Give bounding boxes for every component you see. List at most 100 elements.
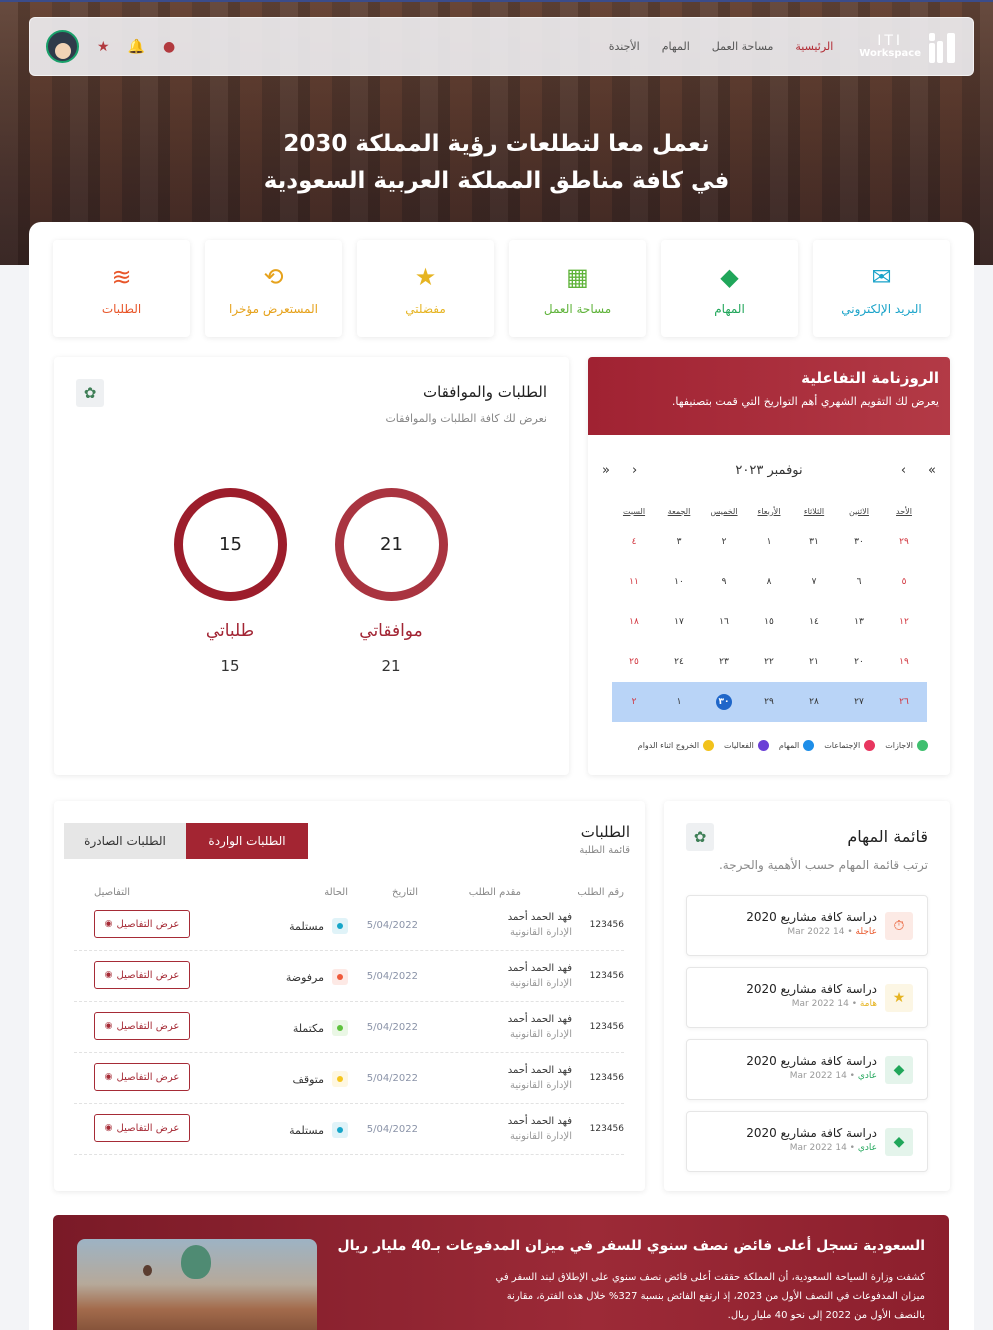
calendar-day[interactable]: ٤ bbox=[612, 522, 657, 562]
calendar-day[interactable]: ٢٥ bbox=[612, 642, 657, 682]
favorite-star-icon[interactable]: ★ bbox=[97, 40, 110, 54]
quick-link-workspace[interactable]: ▦ مساحة العمل bbox=[509, 240, 646, 337]
task-priority: عاجلة bbox=[855, 927, 877, 937]
view-details-button[interactable]: عرض التفاصيل ◉ bbox=[94, 1063, 190, 1091]
calendar-day[interactable]: ٢٨ bbox=[791, 682, 837, 722]
calendar-day[interactable]: ١٧ bbox=[657, 602, 702, 642]
tasks-subtitle: ترتب قائمة المهام حسب الأهمية والحرجة. bbox=[718, 858, 928, 872]
quick-link-tasks[interactable]: ◆ المهام bbox=[661, 240, 798, 337]
prev-year-icon[interactable]: » bbox=[928, 463, 936, 478]
calendar-day[interactable]: ١٤ bbox=[792, 602, 837, 642]
quick-link-favorites[interactable]: ★ مفضلتي bbox=[357, 240, 494, 337]
calendar-month: نوفمبر ٢٠٢٣ bbox=[735, 463, 803, 478]
calendar-day[interactable]: ٣ bbox=[657, 522, 702, 562]
calendar-day[interactable]: ١٠ bbox=[657, 562, 702, 602]
calendar-day[interactable]: ٢٠ bbox=[837, 642, 882, 682]
quick-link-email[interactable]: ✉ البريد الإلكتروني bbox=[813, 240, 950, 337]
legend-item: الفعاليات bbox=[724, 740, 769, 751]
calendar-day[interactable]: ١١ bbox=[612, 562, 657, 602]
view-details-button[interactable]: عرض التفاصيل ◉ bbox=[94, 961, 190, 989]
user-avatar[interactable] bbox=[46, 30, 79, 63]
task-item[interactable]: ◆ دراسة كافة مشاريع 2020 عادي • 14 Mar 202… bbox=[686, 1111, 928, 1172]
calendar-day[interactable]: ٢١ bbox=[792, 642, 837, 682]
status-badge: مكتملة bbox=[293, 1020, 348, 1036]
status-dot-icon bbox=[332, 969, 348, 985]
tasks-icon: ◆ bbox=[885, 1128, 913, 1156]
tasks-panel: قائمة المهام ترتب قائمة المهام حسب الأهم… bbox=[664, 801, 950, 1191]
calendar-day[interactable]: ٥ bbox=[882, 562, 927, 602]
task-item[interactable]: ◆ دراسة كافة مشاريع 2020 عادي • 14 Mar 202… bbox=[686, 1039, 928, 1100]
calendar-day[interactable]: ٢ bbox=[702, 522, 747, 562]
quick-link-requests[interactable]: ≋ الطلبات bbox=[53, 240, 190, 337]
calendar-day[interactable]: ٢٤ bbox=[657, 642, 702, 682]
weekday-label: الثلاثاء bbox=[803, 506, 825, 516]
task-priority: عادي bbox=[857, 1143, 877, 1153]
calendar-day[interactable]: ١٩ bbox=[882, 642, 927, 682]
tab-incoming-requests[interactable]: الطلبات الواردة bbox=[186, 823, 308, 859]
request-date: 5/04/2022 bbox=[366, 971, 418, 982]
weekday-label: الاثنين bbox=[849, 506, 869, 516]
calendar-day[interactable]: ١٣ bbox=[837, 602, 882, 642]
requester-name: فهد الحمد أحمد الإدارة القانونية bbox=[507, 912, 572, 938]
view-details-button[interactable]: عرض التفاصيل ◉ bbox=[94, 1012, 190, 1040]
search-icon[interactable]: ● bbox=[163, 40, 175, 54]
news-banner[interactable]: السعودية تسجل أعلى فائض نصف سنوي للسفر ف… bbox=[53, 1215, 949, 1330]
task-item[interactable]: ⏱ دراسة كافة مشاريع 2020 عاجلة • 14 Mar 20… bbox=[686, 895, 928, 956]
tab-outgoing-requests[interactable]: الطلبات الصادرة bbox=[64, 823, 186, 859]
next-year-icon[interactable]: « bbox=[602, 463, 610, 478]
settings-gear-icon[interactable]: ✿ bbox=[76, 379, 104, 407]
notification-bell-icon[interactable]: 🔔 bbox=[128, 40, 145, 54]
legend-item: المهام bbox=[779, 740, 815, 751]
main-nav: الرئيسية مساحة العمل المهام الأجندة bbox=[609, 40, 834, 53]
requester-department: الإدارة القانونية bbox=[509, 927, 572, 938]
calendar-day[interactable]: ٢ bbox=[611, 682, 657, 722]
requests-title: الطلبات bbox=[580, 823, 630, 841]
view-details-button[interactable]: عرض التفاصيل ◉ bbox=[94, 910, 190, 938]
calendar-day[interactable]: ١٢ bbox=[882, 602, 927, 642]
brand-logo[interactable]: ITI Workspace bbox=[859, 29, 957, 65]
status-dot-icon bbox=[332, 1071, 348, 1087]
task-priority: هامة bbox=[859, 999, 877, 1009]
nav-link-home[interactable]: الرئيسية bbox=[795, 40, 833, 53]
quick-link-recent[interactable]: ⟲ المستعرض مؤخرا bbox=[205, 240, 342, 337]
task-title: دراسة كافة مشاريع 2020 bbox=[746, 1054, 877, 1068]
nav-link-tasks[interactable]: المهام bbox=[662, 40, 690, 53]
hero-title-line1: نعمل معا لتطلعات رؤية المملكة 2030 bbox=[283, 131, 710, 157]
task-item[interactable]: ★ دراسة كافة مشاريع 2020 هامة • 14 Mar 202… bbox=[686, 967, 928, 1028]
col-details: التفاصيل bbox=[94, 887, 131, 898]
calendar-day[interactable]: ١ bbox=[656, 682, 702, 722]
requests-label: طلباتي bbox=[205, 621, 255, 641]
status-badge: متوقف bbox=[292, 1071, 348, 1087]
calendar-day[interactable]: ٣١ bbox=[792, 522, 837, 562]
calendar-day[interactable]: ٧ bbox=[792, 562, 837, 602]
calendar-day[interactable]: ٢٦ bbox=[881, 682, 927, 722]
calendar-day[interactable]: ٢٣ bbox=[702, 642, 747, 682]
calendar-day[interactable]: ٩ bbox=[702, 562, 747, 602]
calendar-day[interactable]: ٢٩ bbox=[882, 522, 927, 562]
view-details-button[interactable]: عرض التفاصيل ◉ bbox=[94, 1114, 190, 1142]
approvals-ring[interactable]: 21 bbox=[335, 488, 448, 601]
calendar-day[interactable]: ٢٩ bbox=[746, 682, 792, 722]
calendar-legend: الاجازات الإجتماعات المهام الفعاليات الخروج … bbox=[588, 740, 950, 751]
calendar-day[interactable]: ١ bbox=[747, 522, 792, 562]
requester-department: الإدارة القانونية bbox=[509, 1029, 572, 1040]
task-title: دراسة كافة مشاريع 2020 bbox=[746, 982, 877, 996]
main-content: ✉ البريد الإلكتروني ◆ المهام ▦ مساحة الع… bbox=[29, 222, 974, 1330]
status-dot-icon bbox=[332, 918, 348, 934]
requests-ring[interactable]: 15 bbox=[174, 488, 287, 601]
calendar-day[interactable]: ٨ bbox=[747, 562, 792, 602]
tasks-settings-gear-icon[interactable]: ✿ bbox=[686, 823, 714, 851]
nav-link-agenda[interactable]: الأجندة bbox=[609, 40, 640, 53]
calendar-day-today[interactable]: ٣٠ bbox=[701, 682, 747, 722]
task-title: دراسة كافة مشاريع 2020 bbox=[746, 1126, 877, 1140]
calendar-day[interactable]: ١٨ bbox=[612, 602, 657, 642]
calendar-day[interactable]: ٢٢ bbox=[747, 642, 792, 682]
calendar-day[interactable]: ٢٧ bbox=[836, 682, 882, 722]
calendar-day[interactable]: ٦ bbox=[837, 562, 882, 602]
next-month-icon[interactable]: ‹ bbox=[632, 463, 637, 478]
calendar-day[interactable]: ١٦ bbox=[702, 602, 747, 642]
prev-month-icon[interactable]: › bbox=[901, 463, 906, 478]
calendar-day[interactable]: ١٥ bbox=[747, 602, 792, 642]
calendar-day[interactable]: ٣٠ bbox=[837, 522, 882, 562]
nav-link-workspace[interactable]: مساحة العمل bbox=[712, 40, 774, 53]
